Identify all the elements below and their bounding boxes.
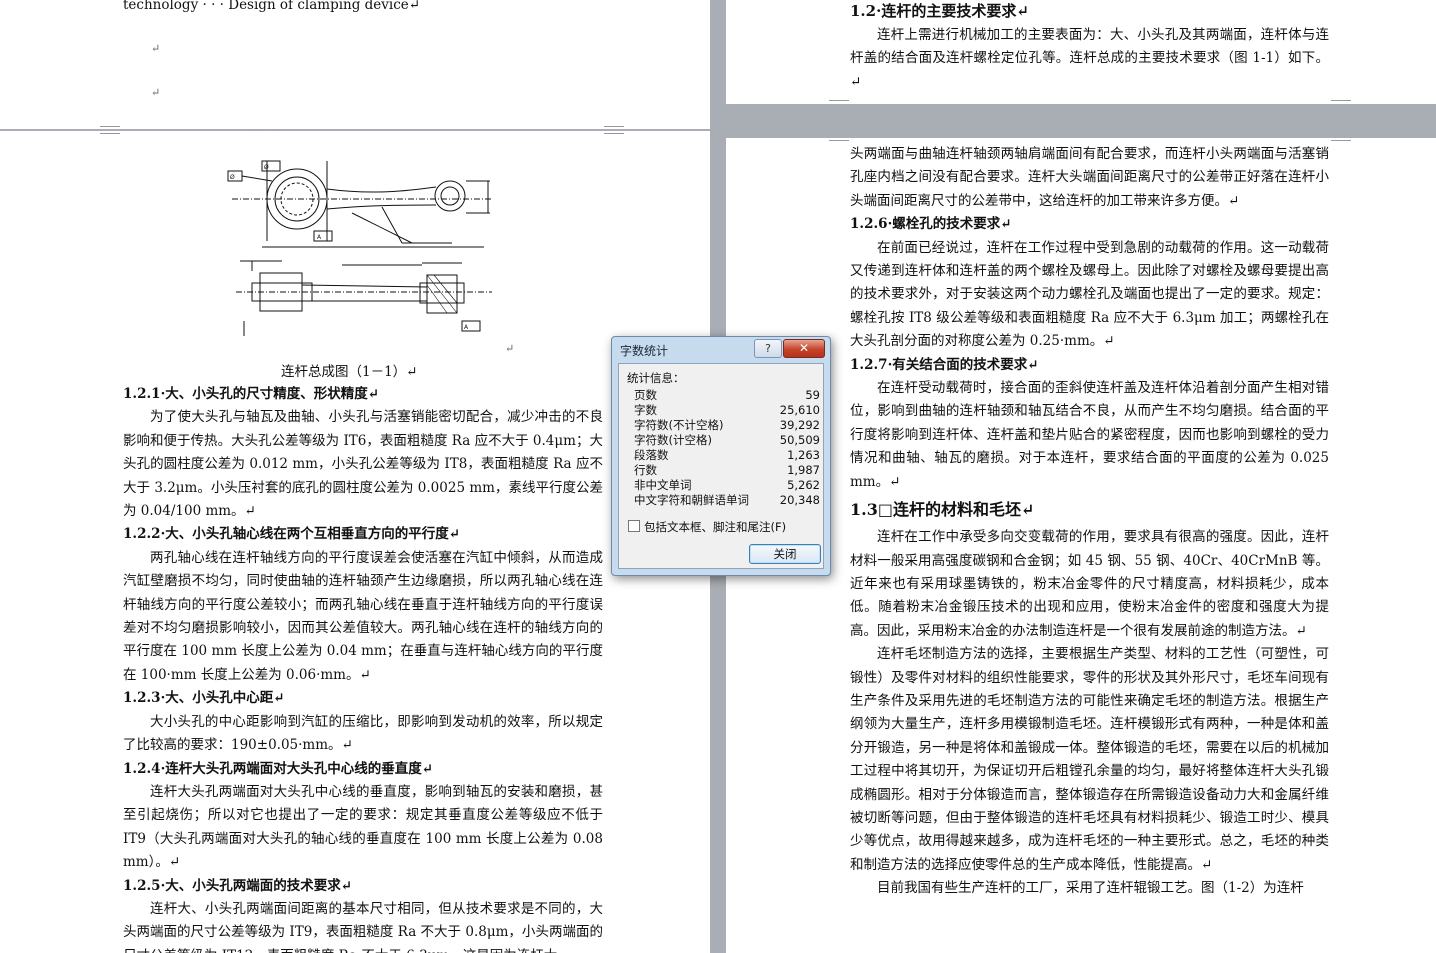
crop-mark (100, 133, 120, 134)
stat-value: 20,348 (779, 493, 820, 507)
paragraph: 两孔轴心线在连杆轴线方向的平行度误差会使活塞在汽缸中倾斜，从而造成汽缸壁磨损不均… (123, 549, 603, 683)
help-button[interactable]: ? (754, 339, 782, 358)
paragraph: 大小头孔的中心距影响到汽缸的压缩比，即影响到发动机的效率，所以规定了比较高的要求… (123, 713, 603, 754)
paragraph: 连杆大头孔两端面对大头孔中心线的垂直度，影响到轴瓦的安装和磨损，甚至引起烧伤；所… (123, 783, 603, 871)
stat-label: 中文字符和朝鲜语单词 (634, 493, 749, 507)
crop-mark (100, 126, 120, 127)
paragraph: 连杆在工作中承受多向交变载荷的作用，要求具有很高的强度。因此，连杆材料一般采用高… (850, 529, 1329, 639)
paragraph: 头两端面与曲轴连杆轴颈两轴肩端面间有配合要求，而连杆小头两端面与活塞销孔座内档之… (850, 146, 1329, 209)
stat-label: 非中文单词 (634, 478, 692, 492)
paragraph: 在连杆受动载荷时，接合面的歪斜使连杆盖及连杆体沿着剖分面产生相对错位，影响到曲轴… (850, 380, 1329, 490)
paragraph: 为了使大头孔与轴瓦及曲轴、小头孔与活塞销能密切配合，减少冲击的不良影响和便于传热… (123, 409, 603, 520)
heading-1-3: 1.3□连杆的材料和毛坯↵ (850, 500, 1035, 520)
page-text[interactable]: 头两端面与曲轴连杆轴颈两轴肩端面间有配合要求，而连杆小头两端面与活塞销孔座内档之… (850, 143, 1329, 901)
figure-caption: 连杆总成图（1－1）↵ (281, 364, 418, 380)
stat-row: 页数 59 (634, 388, 820, 403)
stat-row: 字符数(计空格) 50,509 (634, 433, 820, 448)
connecting-rod-drawing: Ø A Ø A (227, 160, 492, 336)
page-text: technology · · · Design of clamping devi… (123, 0, 603, 104)
paragraph-mark: ↵ (151, 85, 161, 99)
dialog-title: 字数统计 (620, 344, 669, 358)
close-button[interactable]: 关闭 (749, 544, 821, 564)
paragraph: technology · · · Design of clamping devi… (123, 0, 421, 13)
stat-value: 25,610 (779, 403, 820, 417)
heading-1-2-2: 1.2.2·大、小头孔轴心线在两个互相垂直方向的平行度↵ (123, 526, 461, 543)
heading-1-2-7: 1.2.7·有关结合面的技术要求↵ (850, 356, 1039, 373)
stat-label: 行数 (634, 463, 657, 477)
stat-label: 字符数(计空格) (634, 433, 712, 447)
page-text[interactable]: 1.2.1·大、小头孔的尺寸精度、形状精度↵ 为了使大头孔与轴瓦及曲轴、小头孔与… (123, 383, 603, 953)
paragraph: 目前我国有些生产连杆的工厂，采用了连杆辊锻工艺。图（1-2）为连杆 (877, 880, 1304, 897)
stat-value: 39,292 (779, 418, 820, 432)
stat-label: 段落数 (634, 448, 669, 462)
heading-1-2-5: 1.2.5·大、小头孔两端面的技术要求↵ (123, 877, 353, 894)
crop-mark (604, 126, 624, 127)
heading-1-2-3: 1.2.3·大、小头孔中心距↵ (123, 690, 285, 707)
stat-value: 5,262 (787, 478, 820, 492)
crop-mark (1331, 140, 1351, 141)
word-count-dialog[interactable]: 字数统计 ? ✕ 统计信息： 页数 59 字数 25,610 字符数(不计空格) 39,2… (611, 336, 831, 576)
paragraph: 在前面已经说过，连杆在工作过程中受到急剧的动载荷的作用。这一动载荷又传递到连杆体… (850, 239, 1329, 350)
svg-text:Ø: Ø (230, 174, 235, 181)
stat-row: 字数 25,610 (634, 403, 820, 418)
heading-1-2-1: 1.2.1·大、小头孔的尺寸精度、形状精度↵ (123, 386, 380, 402)
heading-1-2: 1.2·连杆的主要技术要求↵ (850, 2, 1029, 20)
stat-row: 行数 1,987 (634, 463, 820, 478)
stat-row: 字符数(不计空格) 39,292 (634, 418, 820, 433)
paragraph: 连杆上需进行机械加工的主要表面为：大、小头孔及其两端面，连杆体与连杆盖的结合面及… (850, 27, 1329, 90)
checkbox-label: 包括文本框、脚注和尾注(F) (644, 520, 787, 534)
dialog-body: 统计信息： 页数 59 字数 25,610 字符数(不计空格) 39,292 字符数(计空格… (618, 363, 824, 569)
stat-label: 字符数(不计空格) (634, 418, 724, 432)
stat-row: 非中文单词 5,262 (634, 478, 820, 493)
stat-value: 1,987 (787, 463, 820, 477)
svg-text:A: A (464, 324, 469, 331)
paragraph: 连杆大、小头孔两端面间距离的基本尺寸相同，但从技术要求是不同的，大头两端面的尺寸… (123, 900, 603, 953)
stat-value: 1,263 (787, 448, 820, 462)
svg-text:Ø: Ø (264, 164, 269, 171)
page-text: 1.2·连杆的主要技术要求↵ 连杆上需进行机械加工的主要表面为：大、小头孔及其两… (850, 0, 1329, 94)
close-icon[interactable]: ✕ (783, 339, 825, 358)
left-page-top: technology · · · Design of clamping devi… (0, 0, 710, 129)
paragraph-mark: ↵ (505, 342, 515, 355)
crop-mark (1331, 100, 1351, 101)
paragraph: 连杆毛坯制造方法的选择，主要根据生产类型、材料的工艺性（可塑性，可锻性）及零件对… (850, 646, 1329, 873)
stat-value: 50,509 (779, 433, 820, 447)
heading-1-2-4: 1.2.4·连杆大头孔两端面对大头孔中心线的垂直度↵ (123, 760, 434, 777)
crop-mark (829, 100, 849, 101)
stat-value: 59 (805, 388, 820, 402)
svg-text:A: A (317, 234, 322, 241)
checkbox-box[interactable] (628, 520, 640, 532)
crop-mark (604, 133, 624, 134)
include-textboxes-checkbox[interactable]: 包括文本框、脚注和尾注(F) (628, 519, 786, 535)
paragraph-mark: ↵ (151, 42, 161, 56)
stat-row: 中文字符和朝鲜语单词 20,348 (634, 493, 820, 508)
stats-group-label: 统计信息： (627, 371, 685, 385)
left-page[interactable]: Ø A Ø A 连杆总成图（1－1）↵ ↵ 1.2.1·大、小头孔的尺寸精度、形状精… (0, 131, 710, 953)
heading-1-2-6: 1.2.6·螺栓孔的技术要求↵ (850, 216, 1012, 233)
stat-label: 字数 (634, 403, 657, 417)
crop-mark (829, 140, 849, 141)
right-page-top: 1.2·连杆的主要技术要求↵ 连杆上需进行机械加工的主要表面为：大、小头孔及其两… (726, 0, 1436, 104)
right-page[interactable]: 头两端面与曲轴连杆轴颈两轴肩端面间有配合要求，而连杆小头两端面与活塞销孔座内档之… (726, 138, 1436, 953)
stat-label: 页数 (634, 388, 657, 402)
stat-row: 段落数 1,263 (634, 448, 820, 463)
